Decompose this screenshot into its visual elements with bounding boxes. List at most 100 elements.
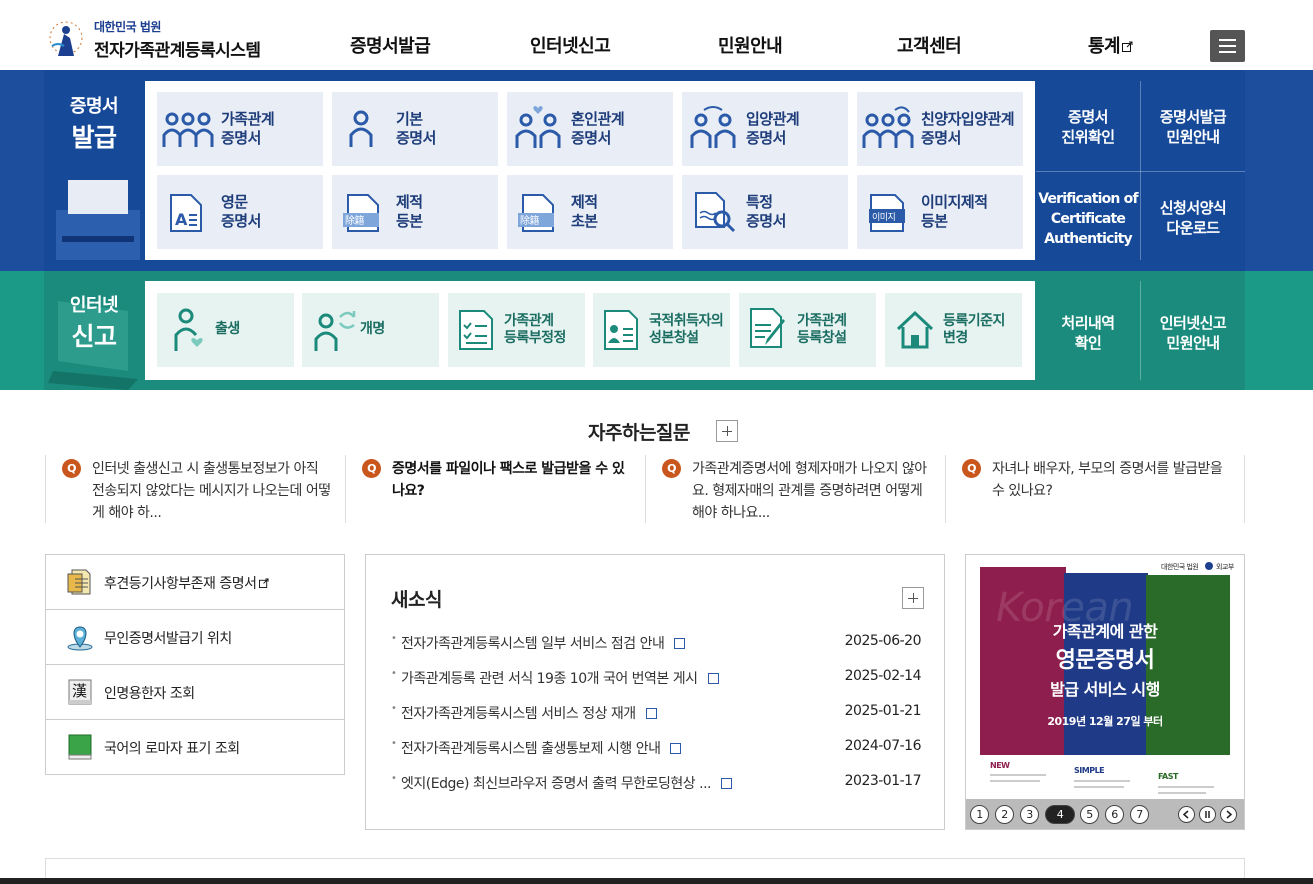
quick-kiosk-location[interactable]: 무인증명서발급기 위치 <box>46 610 344 665</box>
card-birth-report[interactable]: 출생 <box>157 293 294 367</box>
news-item-title: 엣지(Edge) 최신브라우저 증명서 출력 무한로딩현상 ... <box>401 776 711 792</box>
q-icon: Q <box>662 459 681 478</box>
card-removed-register[interactable]: 除籍 제적 등본 <box>332 175 498 249</box>
page-dot[interactable]: 2 <box>995 805 1014 824</box>
card-label: 국적취득자의 성본창설 <box>649 313 724 347</box>
page-dot[interactable]: 1 <box>970 805 989 824</box>
quick-link-label: 무인증명서발급기 위치 <box>104 631 232 647</box>
card-adoption-cert[interactable]: 입양관계 증명서 <box>682 92 848 166</box>
nav-civil[interactable]: 민원안내 <box>718 32 783 58</box>
nav-statistics[interactable]: 통계 <box>1088 32 1133 58</box>
card-label-line1: 가족관계 <box>797 313 847 329</box>
banner-image: 대한민국 법원 외교부 Korean 가족관계에 관한 영문증명서 발급 서비스… <box>966 555 1244 799</box>
card-marriage-cert[interactable]: 혼인관계 증명서 <box>507 92 673 166</box>
quick-links: 후견등기사항부존재 증명서 무인증명서발급기 위치 漢 인명용한자 조회 국어의… <box>45 554 345 775</box>
card-domicile-change[interactable]: 등록기준지 변경 <box>885 293 1022 367</box>
card-correction-report[interactable]: 가족관계 등록부정정 <box>448 293 585 367</box>
side-form-download[interactable]: 신청서양식 다운로드 <box>1141 198 1245 238</box>
news-item-date: 2025-06-20 <box>844 633 922 649</box>
card-image-register[interactable]: 이미지 이미지제적 등본 <box>857 175 1023 249</box>
card-register-creation[interactable]: 가족관계 등록창설 <box>739 293 876 367</box>
nav-statistics-label: 통계 <box>1088 36 1121 57</box>
pen-doc-icon <box>750 308 785 348</box>
pause-icon[interactable] <box>1199 806 1216 823</box>
faq-item[interactable]: Q 인터넷 출생신고 시 출생통보정보가 아직 전송되지 않았다는 메시지가 나오… <box>45 455 345 523</box>
report-title-line2: 신고 <box>71 322 117 351</box>
card-label-line1: 이미지제적 <box>921 193 988 211</box>
quick-romanization[interactable]: 국어의 로마자 표기 조회 <box>46 720 344 775</box>
faq-question: 자녀나 배우자, 부모의 증명서를 발급받을 수 있나요? <box>992 461 1223 499</box>
q-icon: Q <box>362 459 381 478</box>
card-label: 특정 증명서 <box>746 193 786 231</box>
page-dot[interactable]: 3 <box>1020 805 1039 824</box>
external-link-icon <box>1122 41 1133 52</box>
faq-item[interactable]: Q 자녀나 배우자, 부모의 증명서를 발급받을 수 있나요? <box>945 455 1245 523</box>
faq-question: 인터넷 출생신고 시 출생통보정보가 아직 전송되지 않았다는 메시지가 나오는… <box>92 461 331 521</box>
news-item[interactable]: • 전자가족관계등록시스템 일부 서비스 점검 안내 2025-06-20 <box>391 633 922 653</box>
court-emblem-icon <box>49 21 83 56</box>
card-label-line1: 제적 <box>571 193 598 211</box>
card-naturalized-report[interactable]: 국적취득자의 성본창설 <box>593 293 730 367</box>
card-specific-cert[interactable]: 특정 증명서 <box>682 175 848 249</box>
banner-tag: SIMPLE <box>1074 766 1104 775</box>
promo-banner[interactable]: 대한민국 법원 외교부 Korean 가족관계에 관한 영문증명서 발급 서비스… <box>965 554 1245 830</box>
side-verification-en[interactable]: Verification of Certificate Authenticity <box>1036 189 1140 249</box>
nav-customer[interactable]: 고객센터 <box>897 32 962 58</box>
card-basic-cert[interactable]: 기본 증명서 <box>332 92 498 166</box>
side-verify-cert[interactable]: 증명서 진위확인 <box>1038 107 1138 147</box>
menu-button[interactable] <box>1210 30 1245 62</box>
side-label-line2: Certificate <box>1050 211 1126 227</box>
news-item-title-wrap: 전자가족관계등록시스템 서비스 정상 재개 <box>401 703 657 723</box>
page-dot[interactable]: 6 <box>1105 805 1124 824</box>
card-label-line2: 성본창설 <box>649 330 699 346</box>
certificate-panel: 가족관계 증명서 기본 증명서 혼인관계 증명서 입양관계 증명서 친양자입양관계 증명서… <box>145 81 1035 260</box>
document-icon <box>707 673 719 684</box>
side-report-guide[interactable]: 인터넷신고 민원안내 <box>1141 313 1245 353</box>
faq-more-button[interactable] <box>716 420 738 442</box>
quick-guardianship-cert[interactable]: 후견등기사항부존재 증명서 <box>46 555 344 610</box>
side-label-line1: Verification of <box>1038 191 1138 207</box>
card-label: 제적 등본 <box>396 193 423 231</box>
hanja-book-icon: 漢 <box>68 679 92 705</box>
card-label: 혼인관계 증명서 <box>571 110 625 148</box>
faq-question: 가족관계증명서에 형제자매가 나오지 않아요. 형제자매의 관계를 증명하려면 … <box>692 461 927 521</box>
news-item[interactable]: • 전자가족관계등록시스템 출생통보제 시행 안내 2024-07-16 <box>391 738 922 758</box>
org-name: 대한민국 법원 <box>94 20 161 34</box>
news-item[interactable]: • 전자가족관계등록시스템 서비스 정상 재개 2025-01-21 <box>391 703 922 723</box>
news-item-title: 가족관계등록 관련 서식 19종 10개 국어 번역본 게시 <box>401 671 698 687</box>
nav-certificate[interactable]: 증명서발급 <box>350 32 431 58</box>
news-item-title-wrap: 전자가족관계등록시스템 출생통보제 시행 안내 <box>401 738 682 758</box>
card-removed-extract[interactable]: 除籍 제적 초본 <box>507 175 673 249</box>
report-panel: 출생 개명 가족관계 등록부정정 국적취득자의 성본창설 가족관계 등록창설 등록기준… <box>145 281 1035 380</box>
next-icon[interactable] <box>1220 806 1237 823</box>
news-item-title-wrap: 엣지(Edge) 최신브라우저 증명서 출력 무한로딩현상 ... <box>401 773 732 793</box>
side-label-line2: 확인 <box>1074 334 1102 352</box>
news-item[interactable]: • 가족관계등록 관련 서식 19종 10개 국어 번역본 게시 2025-02-1… <box>391 668 922 688</box>
page-dot[interactable]: 7 <box>1130 805 1149 824</box>
english-doc-icon: A <box>170 194 202 232</box>
card-rename-report[interactable]: 개명 <box>302 293 439 367</box>
card-family-cert[interactable]: 가족관계 증명서 <box>157 92 323 166</box>
nav-report[interactable]: 인터넷신고 <box>530 32 611 58</box>
card-label-line2: 증명서 <box>221 212 261 230</box>
side-process-status[interactable]: 처리내역 확인 <box>1038 313 1138 353</box>
card-label-line2: 증명서 <box>921 129 961 147</box>
card-english-cert[interactable]: A 영문 증명서 <box>157 175 323 249</box>
faq-item[interactable]: Q 가족관계증명서에 형제자매가 나오지 않아요. 형제자매의 관계를 증명하려면… <box>645 455 945 523</box>
side-cert-guide[interactable]: 증명서발급 민원안내 <box>1141 107 1245 147</box>
card-full-adoption-cert[interactable]: 친양자입양관계 증명서 <box>857 92 1023 166</box>
adoption-icon <box>690 106 736 148</box>
page-dot-active[interactable]: 4 <box>1045 805 1075 824</box>
faq-item[interactable]: Q 증명서를 파일이나 팩스로 발급받을 수 있나요? <box>345 455 645 523</box>
doc-badge: 除籍 <box>520 214 540 227</box>
quick-link-label: 국어의 로마자 표기 조회 <box>104 741 240 757</box>
page-dot[interactable]: 5 <box>1080 805 1099 824</box>
q-icon: Q <box>962 459 981 478</box>
menu-bar <box>1219 51 1236 53</box>
prev-icon[interactable] <box>1178 806 1195 823</box>
news-more-button[interactable] <box>902 587 924 609</box>
site-logo[interactable]: 대한민국 법원 전자가족관계등록시스템 <box>44 14 274 61</box>
news-item[interactable]: • 엣지(Edge) 최신브라우저 증명서 출력 무한로딩현상 ... 2023-0… <box>391 773 922 793</box>
quick-hanja-search[interactable]: 漢 인명용한자 조회 <box>46 665 344 720</box>
cert-title-line2: 발급 <box>71 123 117 152</box>
